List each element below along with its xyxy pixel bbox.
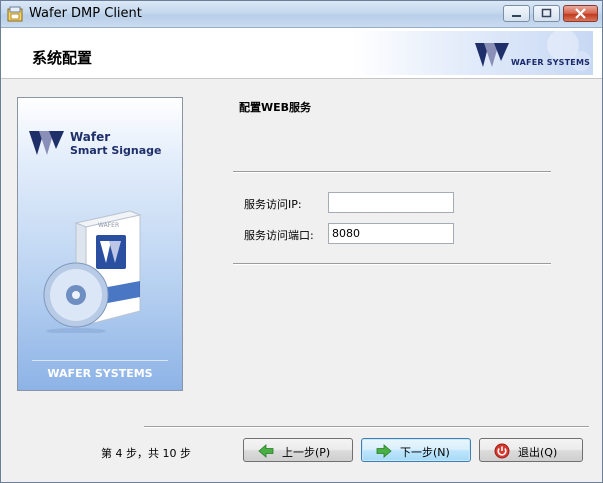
exit-button-label: 退出(Q): [518, 446, 558, 459]
maximize-button[interactable]: [533, 5, 560, 22]
previous-button-label: 上一步(P): [282, 446, 331, 459]
minimize-button[interactable]: [503, 5, 530, 22]
banner-company-name: WAFER SYSTEMS: [47, 367, 153, 380]
next-button-label: 下一步(N): [400, 446, 450, 459]
exit-button[interactable]: 退出(Q): [479, 438, 583, 462]
footer-divider: [144, 426, 589, 428]
banner-product-name-line2: Smart Signage: [70, 144, 162, 157]
svg-text:WAFER: WAFER: [98, 222, 119, 229]
section-title: 配置WEB服务: [239, 101, 312, 114]
banner-product-name-line1: Wafer: [70, 130, 111, 144]
close-button[interactable]: [563, 5, 598, 22]
power-icon: [494, 443, 510, 459]
title-bar[interactable]: Wafer DMP Client: [1, 1, 602, 28]
app-icon: [7, 6, 23, 22]
minimize-icon: [512, 15, 521, 17]
next-button[interactable]: 下一步(N): [361, 438, 471, 462]
wizard-header: 系统配置: [1, 28, 602, 79]
ip-input[interactable]: [328, 192, 454, 213]
header-logo-text: WAFER SYSTEMS: [511, 58, 591, 67]
software-box-cd-icon: WAFER: [43, 210, 142, 333]
product-banner: Wafer Smart Signage WAFER WAFER SYSTEMS: [17, 97, 183, 391]
section-top-divider: [233, 171, 551, 173]
wafer-logo-icon: [29, 131, 64, 155]
step-indicator: 第 4 步，共 10 步: [101, 447, 191, 460]
company-logo-swirl-icon: [475, 29, 591, 71]
section-bottom-divider: [233, 263, 551, 265]
window-title: Wafer DMP Client: [29, 6, 142, 21]
banner-divider: [32, 360, 168, 361]
app-window: Wafer DMP Client 系统配置 WAFER SYSTEMS Wafe…: [0, 0, 603, 483]
arrow-right-icon: [376, 444, 392, 458]
previous-button[interactable]: 上一步(P): [243, 438, 353, 462]
maximize-icon: [541, 8, 552, 18]
port-input[interactable]: [328, 223, 454, 244]
header-logo-band: [353, 29, 593, 75]
ip-field-label: 服务访问IP:: [244, 198, 302, 211]
close-icon: [575, 8, 586, 19]
arrow-left-icon: [258, 444, 274, 458]
page-title: 系统配置: [32, 49, 93, 67]
port-field-label: 服务访问端口:: [244, 229, 314, 242]
